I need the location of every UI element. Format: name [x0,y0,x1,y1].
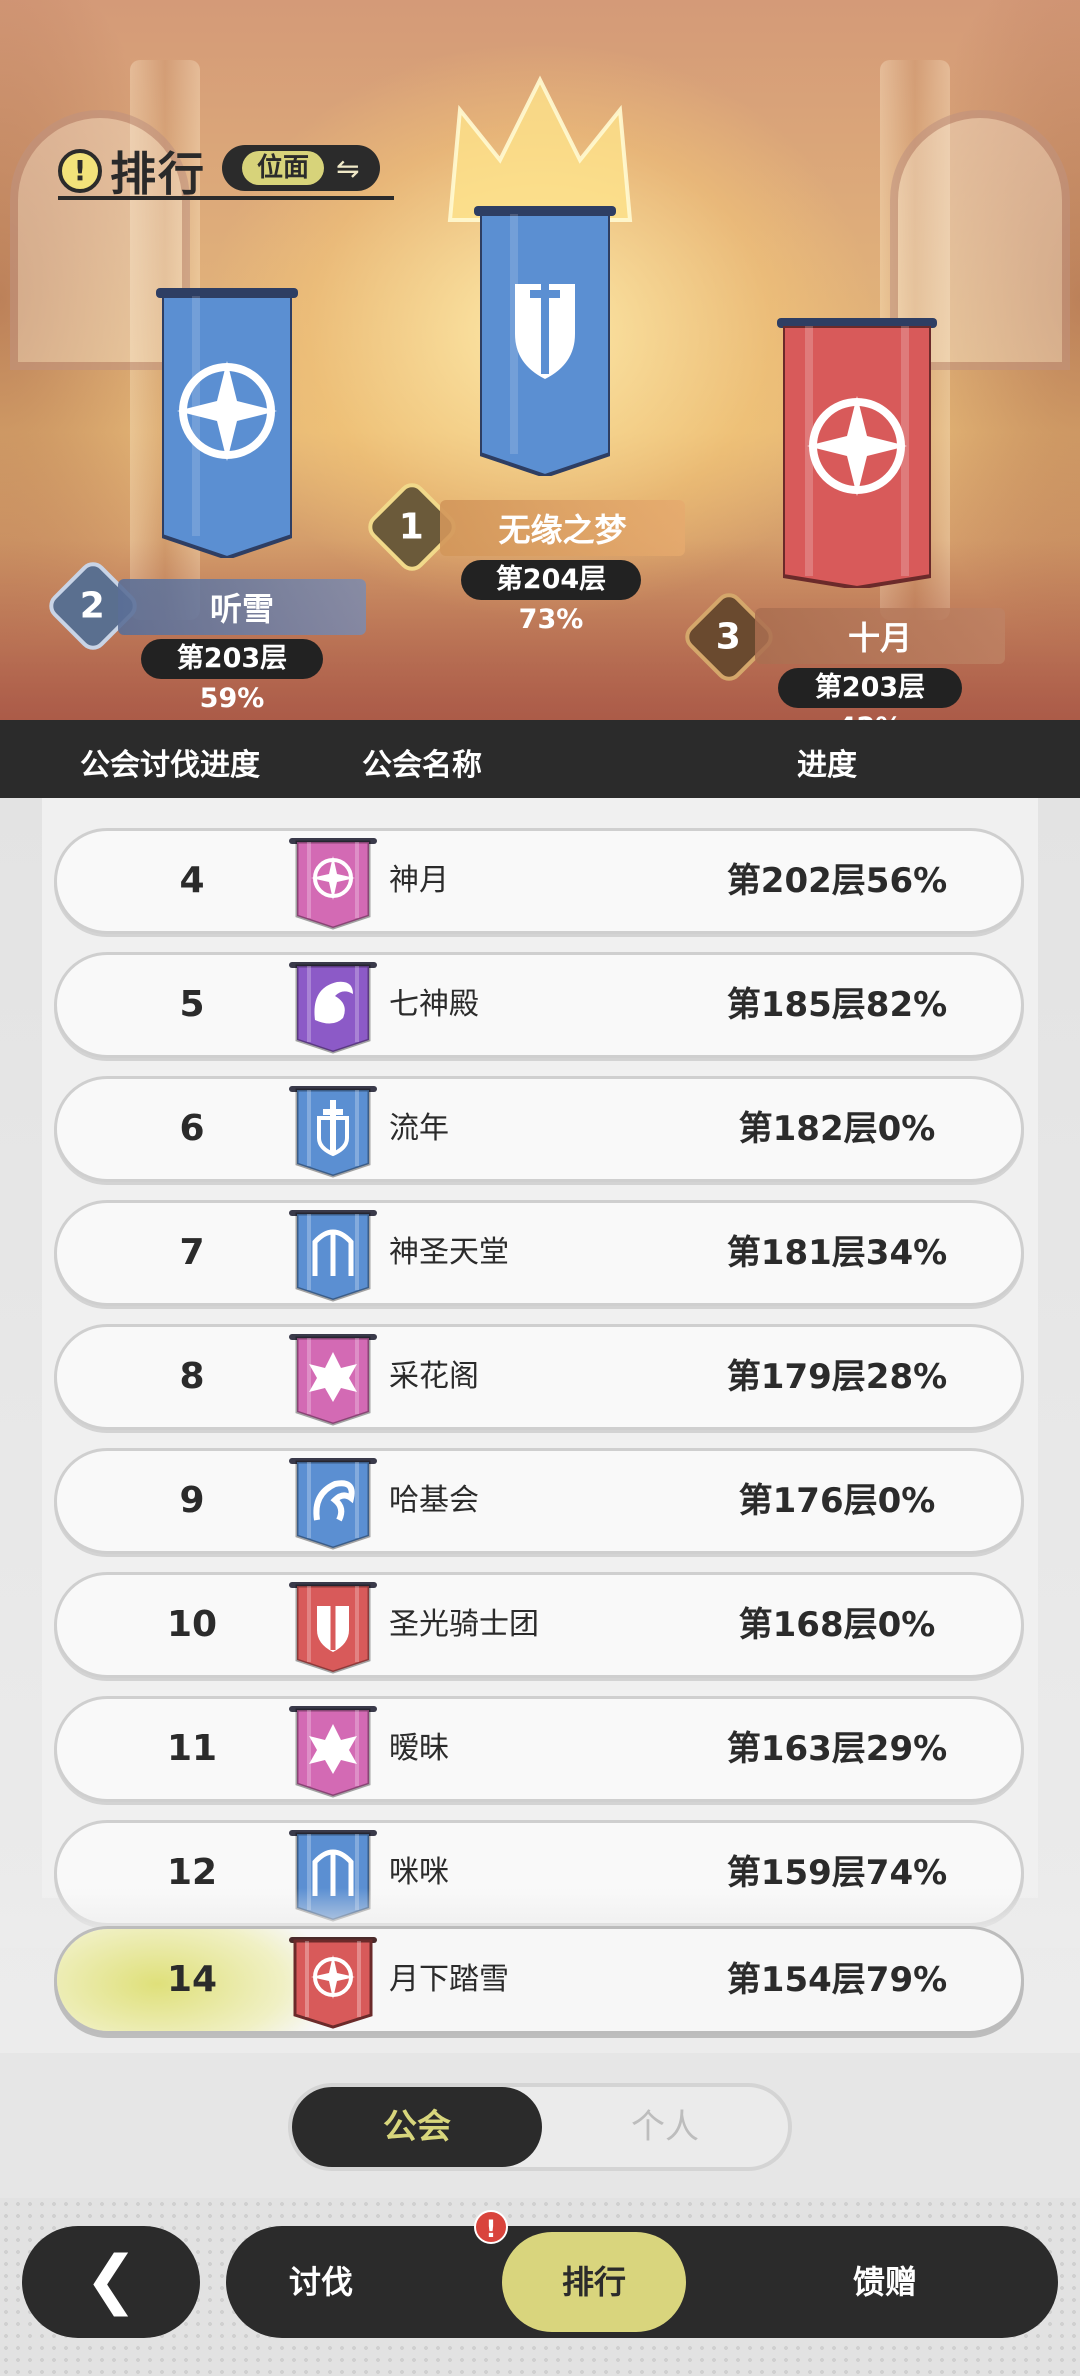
row-progress: 第168层0% [738,1605,936,1645]
my-guild-row[interactable]: 14 月下踏雪 第154层79% [54,1926,1024,2034]
row-guild-name: 七神殿 [389,987,479,1022]
row-progress: 第163层29% [726,1729,948,1769]
compass-star-emblem-icon [289,838,377,930]
table-row[interactable]: 6 流年 第182层0% [54,1076,1024,1182]
segment-personal[interactable]: 个人 [542,2087,788,2167]
tab-gift[interactable]: 馈赠 [768,2226,1002,2338]
page-title: ! 排行 [58,138,394,204]
row-guild-name: 月下踏雪 [389,1962,509,1997]
plane-label: 位面 [242,151,324,185]
podium-guild-name: 无缘之梦 [498,511,627,549]
podium-banner-2[interactable] [156,288,298,558]
alert-badge-icon: ! [474,2210,508,2244]
page-title-text: 排行 [110,147,206,201]
row-progress: 第202层56% [726,861,948,901]
plane-switch-button[interactable]: 位面 ⇋ [222,145,380,191]
chevron-left-icon: ❮ [84,2243,138,2317]
row-rank: 14 [166,1959,218,2000]
column-header-progress: 进度 [797,748,857,783]
tab-rank[interactable]: 排行 [502,2232,686,2332]
table-row[interactable]: 11 暧昧 第163层29% [54,1696,1024,1802]
podium-guild-name: 听雪 [209,590,274,628]
row-rank: 7 [179,1232,205,1273]
column-header-rank: 公会讨伐进度 [80,748,260,783]
compass-star-emblem-icon [783,326,931,588]
row-progress: 第185层82% [726,985,948,1025]
podium-progress: 第204层73% [461,560,641,635]
row-guild-name: 暧昧 [389,1731,449,1766]
row-rank: 5 [179,984,205,1025]
podium-banner-3[interactable] [777,318,937,588]
row-progress: 第176层0% [738,1481,936,1521]
podium-guild-name: 十月 [847,619,912,657]
ranking-list[interactable]: 4 神月 第202层56% 5 七神殿 第185层82% 6 流年 第182层0% 7 神圣天堂 第1… [0,798,1080,2053]
table-row[interactable]: 7 神圣天堂 第181层34% [54,1200,1024,1306]
table-row[interactable]: 8 采花阁 第179层28% [54,1324,1024,1430]
row-rank: 8 [179,1356,205,1397]
row-progress: 第154层79% [726,1960,948,2000]
serpent-emblem-icon [289,1458,377,1550]
flower-emblem-icon [289,1706,377,1798]
row-progress: 第181层34% [726,1233,948,1273]
podium-progress: 第203层59% [141,639,323,714]
flower-emblem-icon [289,1334,377,1426]
table-header: 公会讨伐进度 公会名称 进度 [0,720,1080,798]
segment-guild[interactable]: 公会 [292,2087,542,2167]
dragon-emblem-icon [289,962,377,1054]
tab-bar: 讨伐 排行 馈赠 [226,2226,1058,2338]
back-button[interactable]: ❮ [22,2226,200,2338]
podium-name-plate: 十月 [755,608,1005,664]
row-guild-name: 圣光骑士团 [389,1607,539,1642]
info-icon[interactable]: ! [58,149,102,193]
title-underline [58,196,394,200]
compass-star-emblem-icon [162,296,292,558]
swap-icon: ⇋ [336,151,360,185]
podium-progress: 第203层42% [778,668,962,720]
sword-emblem-icon [289,1086,377,1178]
table-row[interactable]: 10 圣光骑士团 第168层0% [54,1572,1024,1678]
podium-name-plate: 听雪 [118,579,366,635]
row-rank: 9 [179,1480,205,1521]
row-rank: 6 [179,1108,205,1149]
column-header-name: 公会名称 [362,748,482,783]
row-guild-name: 采花阁 [389,1359,479,1394]
row-rank: 4 [179,860,205,901]
bottom-nav: ❮ 讨伐 排行 馈赠 ! [0,2198,1080,2376]
row-progress: 第182层0% [738,1109,936,1149]
gate-emblem-icon [289,1210,377,1302]
sword-shield-emblem-icon [480,214,610,476]
podium-banner-1[interactable] [474,206,616,476]
row-guild-name: 流年 [389,1111,449,1146]
podium-panel: ! 排行 位面 ⇋ 1 无缘之梦 第204层73% 2 听雪 第203层59% … [0,0,1080,720]
table-row[interactable]: 4 神月 第202层56% [54,828,1024,934]
row-guild-name: 神月 [389,863,449,898]
row-guild-name: 哈基会 [389,1483,479,1518]
row-guild-name: 神圣天堂 [389,1235,509,1270]
tab-crusade[interactable]: 讨伐 [226,2226,416,2338]
compass-star-emblem-icon [289,1937,377,2029]
row-progress: 第179层28% [726,1357,948,1397]
sword-shield-emblem-icon [289,1582,377,1674]
table-row[interactable]: 5 七神殿 第185层82% [54,952,1024,1058]
row-rank: 11 [166,1728,218,1769]
table-row[interactable]: 9 哈基会 第176层0% [54,1448,1024,1554]
row-rank: 10 [166,1604,218,1645]
ranking-type-toggle[interactable]: 公会 个人 [288,2083,792,2171]
podium-name-plate: 无缘之梦 [440,500,685,556]
